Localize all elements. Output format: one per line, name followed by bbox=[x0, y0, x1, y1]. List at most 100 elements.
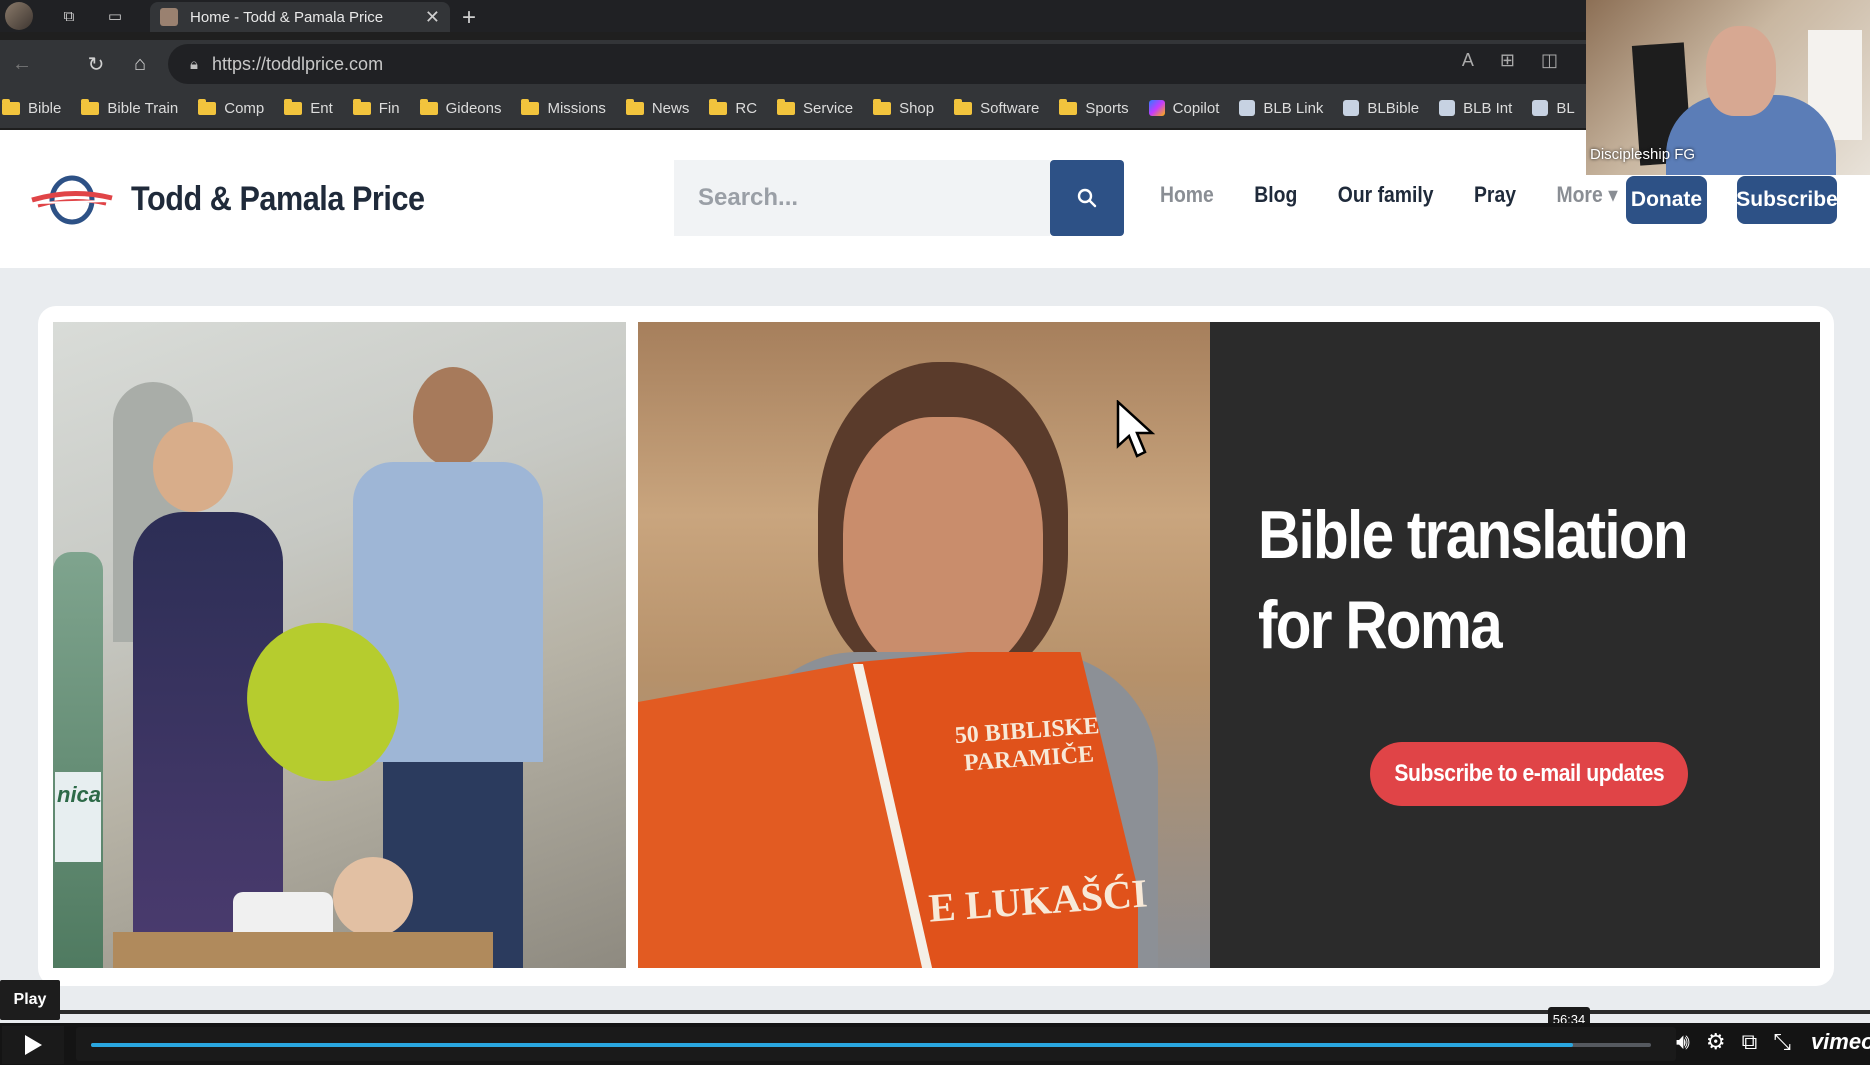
bookmark-label: Bible bbox=[28, 99, 62, 117]
folder-icon bbox=[1059, 98, 1078, 115]
tab-actions-icon[interactable]: ▭ bbox=[92, 0, 138, 32]
site-nav: Home Blog Our family Pray More ▾ bbox=[1160, 182, 1618, 208]
read-aloud-icon[interactable]: A bbox=[1462, 50, 1474, 71]
folder-icon bbox=[352, 98, 371, 115]
bookmark-label: Shop bbox=[899, 99, 935, 117]
bookmark-label: Fin bbox=[378, 99, 400, 117]
nav-blog[interactable]: Blog bbox=[1254, 182, 1297, 208]
progress-track[interactable] bbox=[91, 1043, 1651, 1047]
nav-our-family[interactable]: Our family bbox=[1338, 182, 1434, 208]
bookmark-item[interactable]: Copilot bbox=[1148, 100, 1219, 117]
bookmark-item[interactable]: News bbox=[625, 98, 690, 117]
mouse-cursor-icon bbox=[1116, 400, 1156, 458]
folder-icon bbox=[777, 98, 796, 115]
site-favicon-icon bbox=[160, 8, 178, 26]
progress-fill bbox=[91, 1043, 1573, 1047]
video-controls: 🔊︎ ⚙ ⧉ ⤡ vimeo bbox=[0, 1023, 1870, 1065]
bookmark-item[interactable]: Software bbox=[954, 98, 1040, 117]
back-icon[interactable]: ← bbox=[0, 44, 44, 84]
url-text: https://toddlprice.com bbox=[211, 53, 384, 74]
picture-in-picture-icon[interactable]: ⧉ bbox=[1742, 1029, 1758, 1055]
app-available-icon[interactable]: ⊞ bbox=[1500, 50, 1515, 71]
bookmark-label: BLB Int bbox=[1463, 99, 1513, 117]
hero-headline: Bible translation for Roma bbox=[1258, 497, 1689, 663]
folder-icon bbox=[625, 98, 644, 115]
bookmark-label: Software bbox=[980, 99, 1040, 117]
folder-icon bbox=[2, 98, 20, 115]
bookmark-item[interactable]: Comp bbox=[198, 98, 264, 117]
blb-icon bbox=[1532, 100, 1549, 116]
folder-icon bbox=[198, 98, 217, 115]
screen: { "browser": { "tab_title": "Home - Todd… bbox=[0, 0, 1870, 1065]
bookmark-item[interactable]: BLB Link bbox=[1239, 100, 1323, 117]
bookmark-item[interactable]: Bible Train bbox=[81, 98, 179, 117]
search-button[interactable] bbox=[1050, 160, 1124, 236]
bookmark-label: Gideons bbox=[445, 99, 502, 117]
bookmark-label: BLB Link bbox=[1263, 99, 1324, 117]
close-tab-icon[interactable]: ✕ bbox=[425, 7, 440, 28]
bookmark-label: News bbox=[651, 99, 690, 117]
bookmark-item[interactable]: Missions bbox=[521, 98, 606, 117]
home-icon[interactable]: ⌂ bbox=[118, 44, 162, 84]
split-screen-icon[interactable]: ◫ bbox=[1541, 50, 1558, 71]
new-tab-icon[interactable]: + bbox=[462, 4, 476, 32]
bookmark-item[interactable]: BLBible bbox=[1343, 100, 1419, 117]
bookmark-item[interactable]: Gideons bbox=[419, 98, 502, 117]
copilot-icon bbox=[1148, 100, 1165, 116]
folder-icon bbox=[81, 98, 100, 115]
nav-home[interactable]: Home bbox=[1160, 182, 1214, 208]
subscribe-email-updates-label: Subscribe to e-mail updates bbox=[1394, 760, 1664, 787]
bookmark-item[interactable]: BL bbox=[1532, 99, 1575, 117]
site-search bbox=[674, 160, 1124, 236]
folder-icon bbox=[954, 98, 973, 115]
tab-title: Home - Todd & Pamala Price bbox=[190, 8, 384, 26]
bookmark-item[interactable]: BLB Int bbox=[1439, 100, 1512, 117]
lock-icon: 🔒︎ bbox=[190, 55, 198, 73]
volume-icon[interactable]: 🔊︎ bbox=[1676, 1029, 1690, 1055]
subscribe-email-updates-button[interactable]: Subscribe to e-mail updates bbox=[1370, 742, 1688, 806]
refresh-icon[interactable]: ↻ bbox=[74, 44, 118, 84]
collections-icon[interactable]: ⧉ bbox=[46, 0, 92, 32]
url-field[interactable]: 🔒︎ https://toddlprice.com A ⊞ ◫ bbox=[168, 44, 1618, 84]
donate-button[interactable]: Donate bbox=[1626, 176, 1707, 224]
folder-icon bbox=[521, 98, 540, 115]
progress-bar[interactable] bbox=[76, 1027, 1676, 1061]
blb-icon bbox=[1343, 100, 1360, 116]
bookmark-label: Bible Train bbox=[107, 99, 179, 117]
bookmark-label: Service bbox=[803, 99, 854, 117]
search-input[interactable] bbox=[674, 160, 1050, 236]
blb-icon bbox=[1239, 100, 1256, 116]
bookmark-item[interactable]: Bible bbox=[2, 98, 62, 117]
play-tooltip: Play bbox=[0, 980, 60, 1020]
blb-icon bbox=[1439, 100, 1456, 116]
bookmark-item[interactable]: Service bbox=[777, 98, 854, 117]
webcam-label: Discipleship FG bbox=[1590, 146, 1696, 163]
play-button[interactable] bbox=[2, 1026, 64, 1064]
profile-avatar[interactable] bbox=[0, 0, 46, 32]
exit-fullscreen-icon[interactable]: ⤡ bbox=[1773, 1029, 1791, 1055]
subscribe-button[interactable]: Subscribe bbox=[1736, 176, 1838, 224]
nav-more[interactable]: More ▾ bbox=[1556, 182, 1617, 208]
hero-text-panel: Bible translation for Roma Subscribe to … bbox=[1210, 322, 1820, 968]
bookmark-label: Missions bbox=[547, 99, 606, 117]
bookmark-item[interactable]: RC bbox=[709, 98, 757, 117]
tab-home[interactable]: Home - Todd & Pamala Price ✕ bbox=[150, 2, 450, 32]
bookmark-item[interactable]: Shop bbox=[873, 98, 935, 117]
vimeo-logo[interactable]: vimeo bbox=[1811, 1029, 1870, 1055]
bookmark-label: BL bbox=[1556, 99, 1575, 117]
bookmark-item[interactable]: Ent bbox=[284, 98, 333, 117]
folder-icon bbox=[873, 98, 892, 115]
play-icon bbox=[25, 1035, 42, 1055]
settings-gear-icon[interactable]: ⚙ bbox=[1706, 1029, 1726, 1055]
bookmark-item[interactable]: Sports bbox=[1059, 98, 1129, 117]
search-icon bbox=[1077, 188, 1097, 208]
site-logo-icon[interactable] bbox=[30, 174, 114, 226]
bookmark-label: Sports bbox=[1085, 99, 1129, 117]
family-photo: nica bbox=[53, 322, 626, 968]
nav-pray[interactable]: Pray bbox=[1474, 182, 1516, 208]
bookmark-item[interactable]: Fin bbox=[352, 98, 400, 117]
folder-icon bbox=[419, 98, 438, 115]
site-title[interactable]: Todd & Pamala Price bbox=[131, 180, 425, 219]
webcam-overlay: Discipleship FG bbox=[1586, 0, 1870, 175]
bottle-label: nica bbox=[57, 782, 102, 807]
